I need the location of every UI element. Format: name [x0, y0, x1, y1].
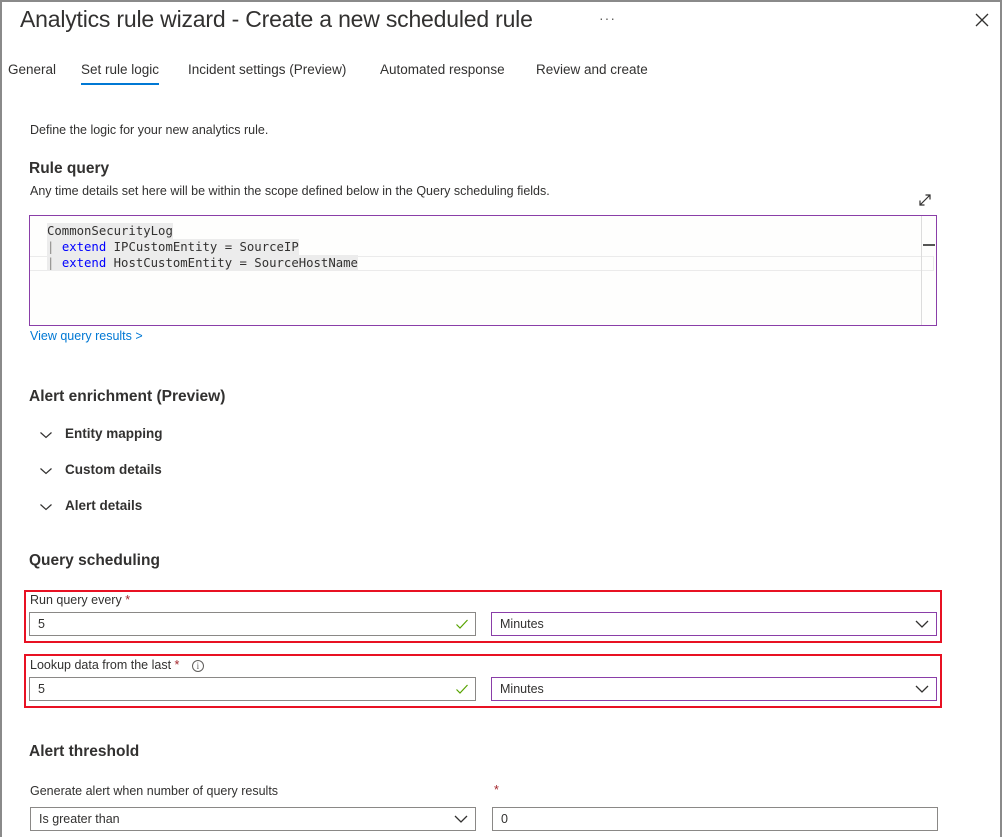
input-value: 5: [38, 682, 45, 696]
alert-threshold-heading: Alert threshold: [29, 743, 140, 760]
code-line: | extend IPCustomEntity = SourceIP: [47, 239, 299, 255]
rule-query-description: Any time details set here will be within…: [30, 184, 550, 198]
info-icon[interactable]: i: [191, 660, 204, 672]
lookup-data-unit-dropdown[interactable]: Minutes: [491, 677, 937, 701]
view-query-results-link[interactable]: View query results >: [30, 329, 143, 343]
tab-review-and-create[interactable]: Review and create: [536, 62, 648, 85]
close-icon: [975, 13, 989, 27]
alert-threshold-label: Generate alert when number of query resu…: [30, 784, 279, 798]
tab-set-rule-logic[interactable]: Set rule logic: [81, 62, 160, 85]
rule-query-heading: Rule query: [29, 160, 110, 177]
chevron-down-icon: [915, 620, 929, 628]
code-text: CommonSecurityLog: [47, 224, 173, 238]
required-mark: *: [174, 658, 180, 672]
label-text: Run query every: [30, 593, 122, 607]
code-pipe: |: [47, 240, 55, 254]
accordion-label: Entity mapping: [65, 426, 163, 441]
threshold-operator-dropdown[interactable]: Is greater than: [30, 807, 476, 831]
accordion-label: Alert details: [65, 498, 143, 513]
threshold-value-input[interactable]: 0: [492, 807, 938, 831]
required-mark: *: [494, 783, 499, 797]
lookup-data-input[interactable]: 5: [29, 677, 476, 701]
checkmark-icon: [456, 619, 468, 629]
query-scheduling-heading: Query scheduling: [29, 552, 160, 569]
selected-value: Minutes: [500, 617, 544, 631]
input-value: 0: [501, 812, 508, 826]
chevron-down-icon: [40, 504, 52, 511]
run-query-every-label: Run query every *: [30, 593, 130, 607]
accordion-label: Custom details: [65, 462, 162, 477]
lookup-data-label: Lookup data from the last * i: [30, 658, 204, 672]
close-button[interactable]: [974, 12, 990, 28]
tab-incident-settings[interactable]: Incident settings (Preview): [188, 62, 346, 85]
query-code: CommonSecurityLog | extend IPCustomEntit…: [47, 223, 358, 271]
code-keyword: extend: [61, 256, 107, 270]
intro-text: Define the logic for your new analytics …: [30, 123, 269, 137]
wizard-panel: Analytics rule wizard - Create a new sch…: [0, 0, 1002, 837]
alert-enrichment-heading: Alert enrichment (Preview): [29, 388, 226, 405]
expand-editor-button[interactable]: [917, 192, 933, 208]
accordion-alert-details[interactable]: Alert details: [39, 498, 142, 513]
selected-value: Minutes: [500, 682, 544, 696]
run-query-every-unit-dropdown[interactable]: Minutes: [491, 612, 937, 636]
chevron-down-icon: [40, 432, 52, 439]
more-options-button[interactable]: ···: [599, 10, 616, 26]
code-text: HostCustomEntity = SourceHostName: [106, 256, 358, 270]
checkmark-icon: [456, 684, 468, 694]
code-keyword: extend: [61, 240, 107, 254]
chevron-down-icon: [915, 685, 929, 693]
input-value: 5: [38, 617, 45, 631]
chevron-down-icon: [454, 815, 468, 823]
page-title: Analytics rule wizard - Create a new sch…: [20, 6, 533, 32]
chevron-down-icon: [40, 468, 52, 475]
accordion-custom-details[interactable]: Custom details: [39, 462, 162, 477]
code-pipe: |: [47, 256, 55, 270]
code-line: | extend HostCustomEntity = SourceHostNa…: [47, 255, 358, 271]
code-line: CommonSecurityLog: [47, 223, 173, 239]
tab-general[interactable]: General: [8, 62, 56, 85]
accordion-entity-mapping[interactable]: Entity mapping: [39, 426, 163, 441]
selected-value: Is greater than: [39, 812, 120, 826]
editor-scrollbar[interactable]: [921, 216, 936, 325]
query-editor[interactable]: CommonSecurityLog | extend IPCustomEntit…: [29, 215, 937, 326]
expand-icon: [919, 194, 931, 206]
editor-scroll-marker: [923, 244, 935, 246]
run-query-every-input[interactable]: 5: [29, 612, 476, 636]
tab-automated-response[interactable]: Automated response: [380, 62, 505, 85]
code-text: IPCustomEntity = SourceIP: [106, 240, 299, 254]
required-mark: *: [125, 593, 131, 607]
label-text: Lookup data from the last: [30, 658, 172, 672]
